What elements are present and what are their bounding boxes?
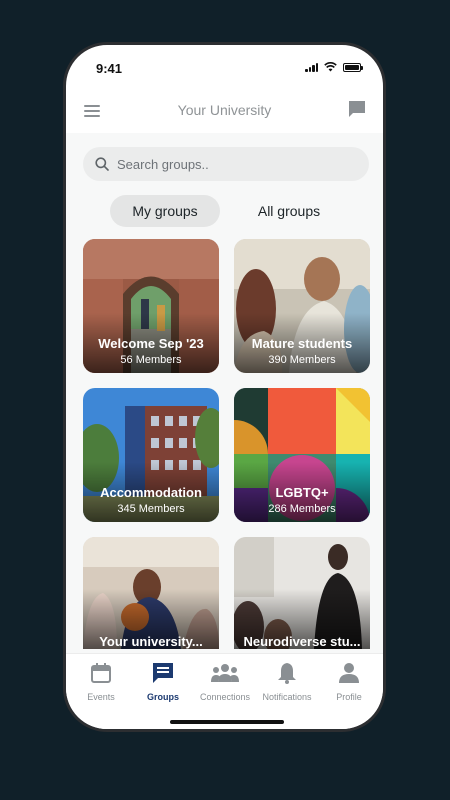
calendar-icon xyxy=(91,663,111,683)
bottom-tab-bar: Events Groups Connections Notifications … xyxy=(66,653,383,729)
groups-chat-icon xyxy=(153,663,173,683)
tab-groups[interactable]: Groups xyxy=(132,662,194,702)
group-card-welcome[interactable]: Welcome Sep '23 56 Members xyxy=(83,239,219,373)
app-header: Your University xyxy=(66,91,383,133)
group-name: Accommodation xyxy=(100,485,202,500)
status-time: 9:41 xyxy=(96,61,123,76)
group-members: 56 Members xyxy=(120,354,182,366)
tab-events[interactable]: Events xyxy=(70,662,132,702)
wifi-icon xyxy=(324,62,337,72)
group-name: Mature students xyxy=(251,336,353,351)
tab-label: Notifications xyxy=(262,692,312,702)
group-card-your-university[interactable]: Your university... xyxy=(83,537,219,649)
tab-label: Groups xyxy=(146,692,179,702)
status-bar: 9:41 xyxy=(66,45,383,91)
group-name: Neurodiverse stu... xyxy=(243,634,361,649)
group-members: 390 Members xyxy=(268,354,336,366)
profile-icon xyxy=(339,663,359,683)
group-members: 345 Members xyxy=(117,503,185,515)
group-card-lgbtq[interactable]: LGBTQ+ 286 Members xyxy=(234,388,370,522)
status-icons xyxy=(305,62,363,72)
tab-all-groups[interactable]: All groups xyxy=(234,195,344,227)
home-indicator xyxy=(170,720,284,724)
group-card-mature-students[interactable]: Mature students 390 Members xyxy=(234,239,370,373)
tab-profile[interactable]: Profile xyxy=(318,662,380,702)
phone-frame: 9:41 Your University Search groups.. My … xyxy=(63,42,386,732)
tab-connections[interactable]: Connections xyxy=(194,662,256,702)
group-card-accommodation[interactable]: Accommodation 345 Members xyxy=(83,388,219,522)
groups-content: My groups All groups Welcome Sep '2 xyxy=(66,133,383,653)
tab-notifications[interactable]: Notifications xyxy=(256,662,318,702)
chat-bubble-icon[interactable] xyxy=(347,99,367,119)
signal-icon xyxy=(305,62,318,72)
tab-my-groups[interactable]: My groups xyxy=(110,195,220,227)
search-icon xyxy=(95,157,109,171)
tab-label: Profile xyxy=(336,692,362,702)
people-icon xyxy=(211,664,239,682)
tab-label: Events xyxy=(87,692,115,702)
group-name: Your university... xyxy=(99,634,203,649)
group-members: 286 Members xyxy=(268,503,336,515)
battery-icon xyxy=(343,62,363,72)
bell-icon xyxy=(278,663,296,684)
group-card-neurodiverse-students[interactable]: Neurodiverse stu... xyxy=(234,537,370,649)
search-input[interactable] xyxy=(117,156,337,172)
tab-label: Connections xyxy=(199,692,251,702)
group-name: Welcome Sep '23 xyxy=(98,336,204,351)
group-name: LGBTQ+ xyxy=(275,485,329,500)
group-filter-tabs: My groups All groups xyxy=(110,195,346,227)
page-title: Your University xyxy=(177,102,272,118)
search-bar[interactable] xyxy=(83,147,369,181)
